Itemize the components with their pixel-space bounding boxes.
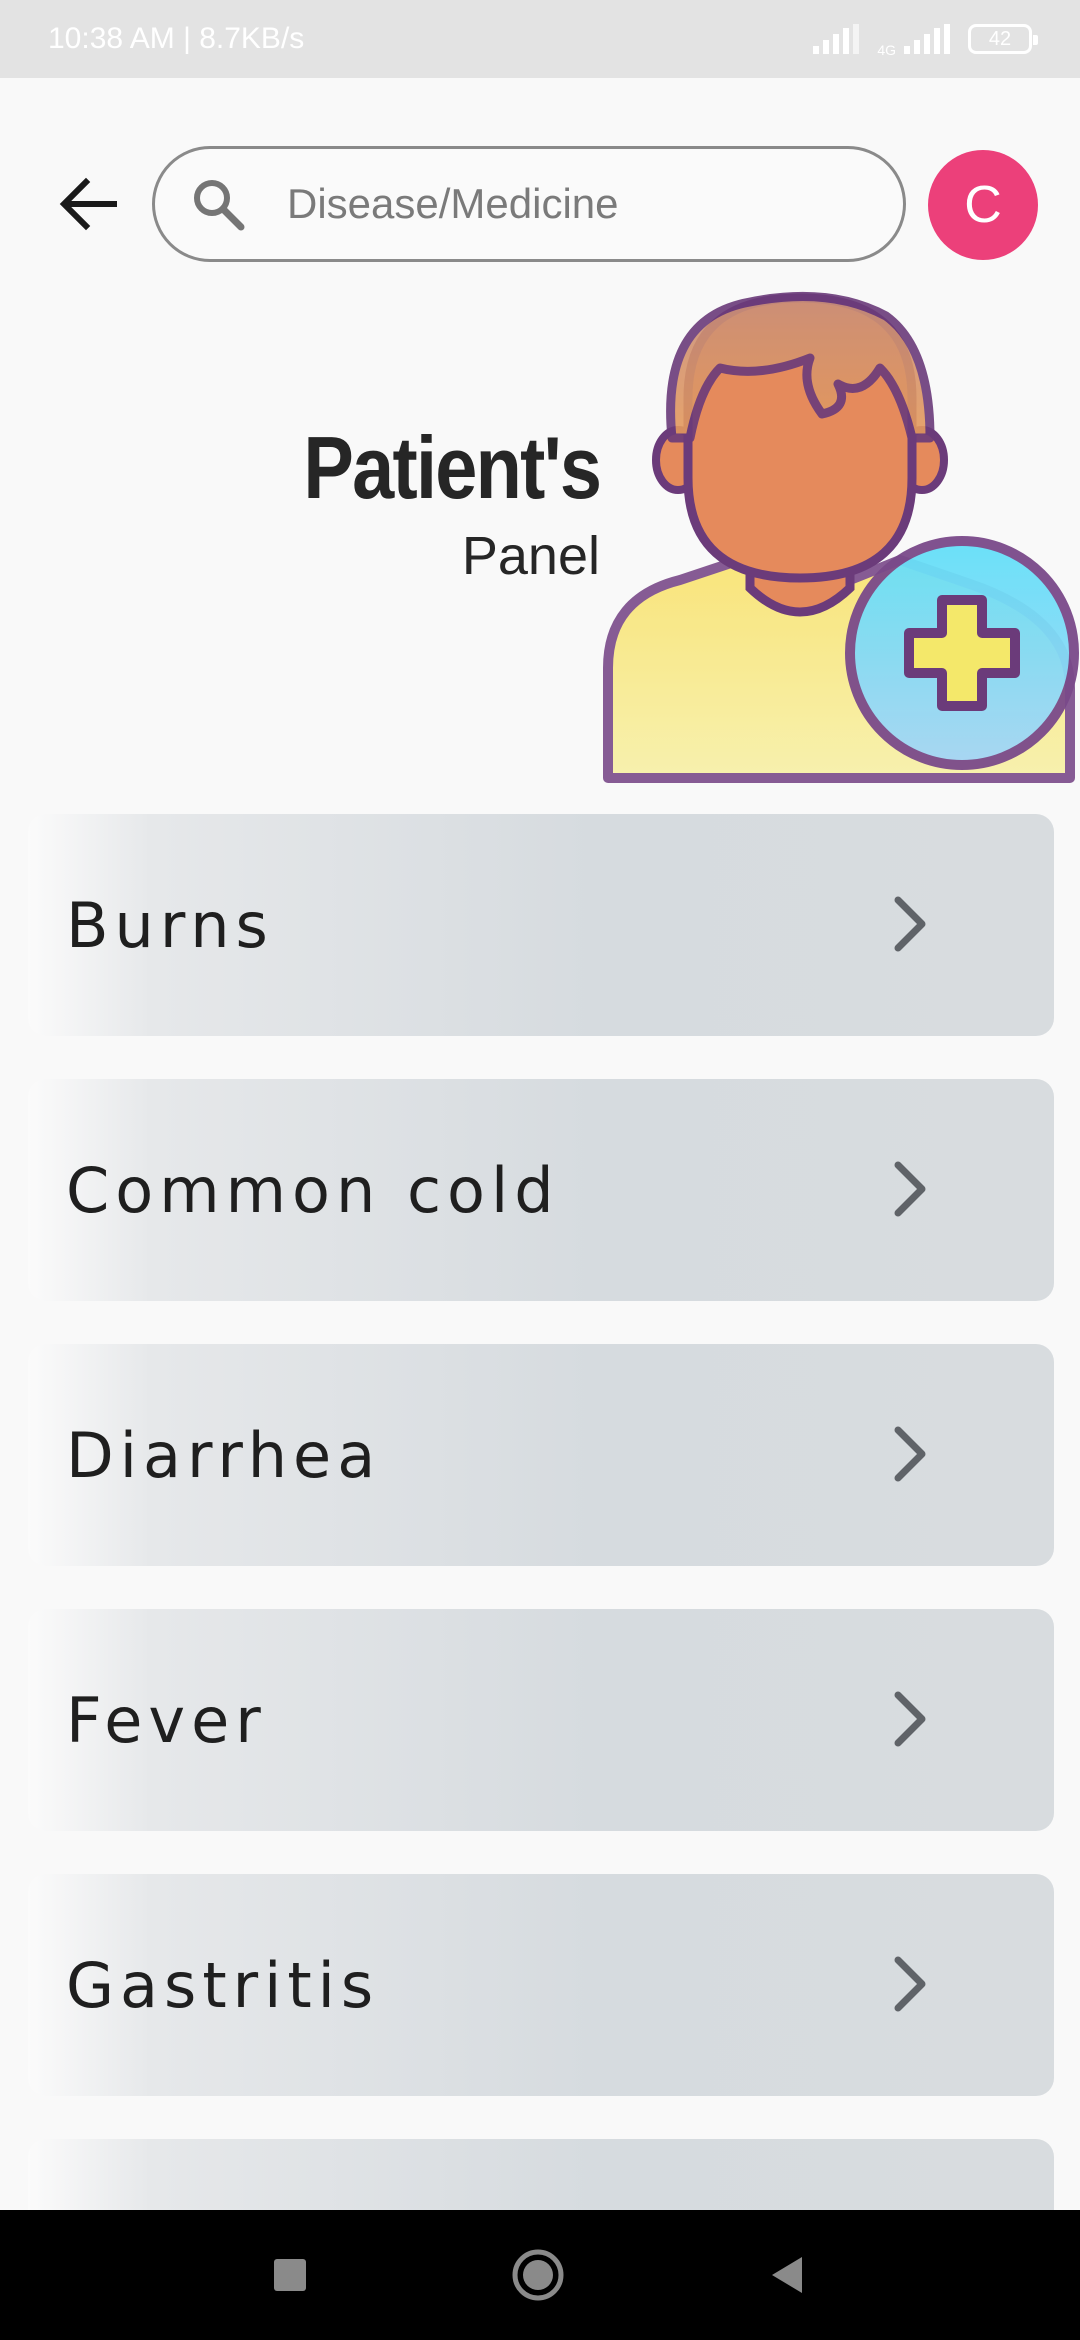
system-nav-bar [0, 2210, 1080, 2340]
page-subtitle: Panel [461, 526, 600, 586]
home-icon[interactable] [510, 2247, 566, 2303]
status-icons: 4G 42 [813, 21, 1038, 58]
back-button[interactable] [48, 164, 128, 244]
disease-list: Burns Common cold Diarrhea Fever Gastrit… [28, 814, 1054, 2340]
avatar[interactable]: C [928, 150, 1038, 260]
back-nav-icon[interactable] [766, 2253, 810, 2297]
chevron-right-icon [894, 1161, 926, 1217]
battery-icon: 42 [968, 24, 1038, 54]
search-field[interactable] [152, 146, 906, 262]
battery-level: 42 [988, 27, 1012, 50]
list-item-label: Fever [66, 1683, 267, 1757]
status-bar: 10:38 AM | 8.7KB/s 4G 42 [0, 0, 1080, 78]
status-time: 10:38 AM | 8.7KB/s [48, 22, 305, 55]
list-item-gastritis[interactable]: Gastritis [28, 1874, 1054, 2096]
network-type: 4G [877, 42, 896, 58]
list-item-common-cold[interactable]: Common cold [28, 1079, 1054, 1301]
list-item-burns[interactable]: Burns [28, 814, 1054, 1036]
list-item-diarrhea[interactable]: Diarrhea [28, 1344, 1054, 1566]
arrow-left-icon [59, 177, 117, 231]
search-icon [194, 180, 245, 231]
chevron-right-icon [894, 896, 926, 952]
chevron-right-icon [894, 1426, 926, 1482]
list-item-fever[interactable]: Fever [28, 1609, 1054, 1831]
page-title: Patient's [303, 418, 602, 517]
list-item-label: Gastritis [66, 1948, 380, 2022]
list-item-label: Burns [66, 888, 274, 962]
list-item-label: Common cold [66, 1153, 560, 1227]
signal-icon [813, 24, 860, 54]
screen: 10:38 AM | 8.7KB/s 4G 42 Disease/Medicin… [0, 0, 1080, 2340]
patient-add-illustration [603, 291, 1079, 783]
list-item-label: Diarrhea [66, 1418, 382, 1492]
chevron-right-icon [894, 1956, 926, 2012]
search-input[interactable] [287, 180, 847, 228]
signal-4g-icon [904, 24, 950, 54]
chevron-right-icon [894, 1691, 926, 1747]
recents-icon[interactable] [270, 2255, 310, 2295]
